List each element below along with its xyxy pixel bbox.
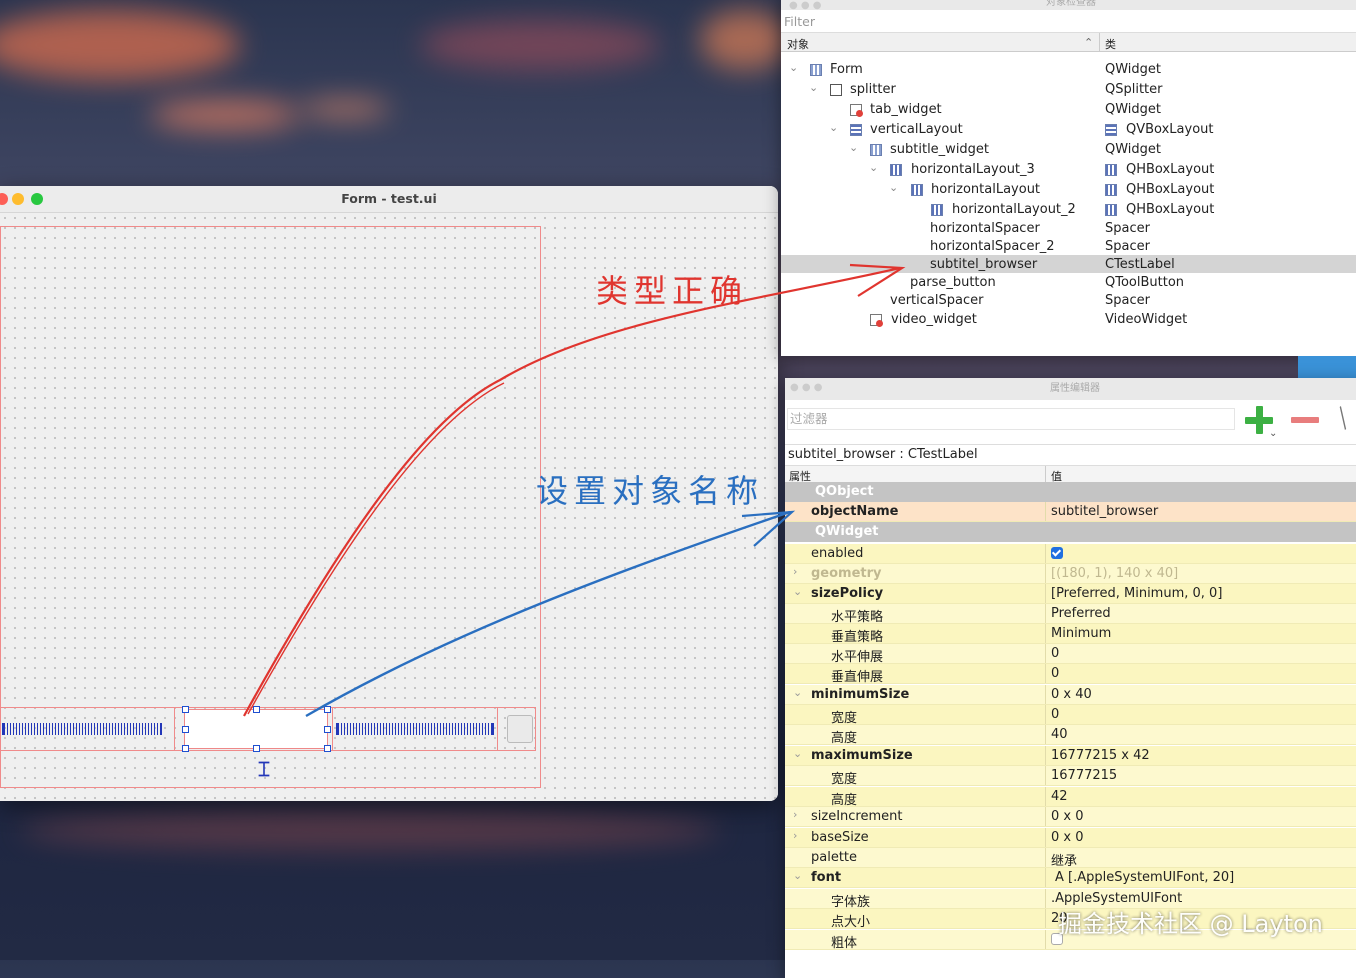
watermark: 掘金技术社区 @ Layton — [1058, 910, 1323, 938]
annotation-set-object-name: 设置对象名称 — [536, 472, 765, 510]
annotation-type-correct: 类型正确 — [596, 272, 749, 310]
blue-arrow-line — [305, 510, 791, 718]
blue-arrowhead — [741, 510, 796, 547]
red-arrow-line-shadow — [247, 382, 505, 715]
